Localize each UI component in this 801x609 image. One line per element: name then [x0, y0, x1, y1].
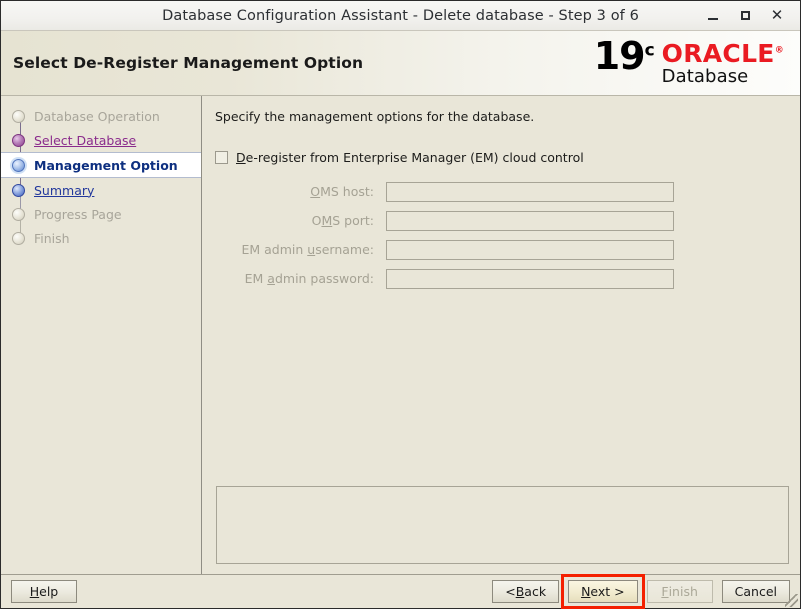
sidebar-item-select-database[interactable]: Select Database: [1, 128, 201, 152]
sidebar-item-summary[interactable]: Summary: [1, 178, 201, 202]
logo-text-block: ORACLE® Database: [662, 38, 784, 88]
mnemonic-char: D: [236, 150, 246, 165]
step-bullet-icon: [12, 158, 25, 172]
mnemonic-char: B: [515, 584, 525, 599]
mnemonic-char: u: [307, 242, 316, 257]
step-bullet-icon: [12, 183, 25, 197]
sidebar-item-finish[interactable]: Finish: [1, 226, 201, 250]
body-area: Database Operation Select Database Manag…: [1, 96, 800, 574]
minimize-icon: [708, 18, 718, 20]
label-post: dmin password:: [274, 271, 374, 286]
back-button[interactable]: < Back: [492, 580, 560, 603]
logo-brand-mark: ®: [774, 45, 784, 56]
sidebar-item-label: Progress Page: [34, 206, 122, 222]
em-admin-password-input[interactable]: [386, 268, 674, 289]
page-title: Select De-Register Management Option: [13, 54, 364, 72]
close-button[interactable]: ✕: [768, 7, 786, 25]
logo-version: 19c: [594, 37, 655, 75]
oms-port-input[interactable]: [386, 210, 674, 231]
navigation-buttons: < Back Next > Finish Cancel: [492, 574, 790, 609]
field-row-em-admin-username: EM admin username:: [234, 235, 790, 264]
oms-port-label: OMS port:: [234, 213, 386, 228]
sidebar-item-label[interactable]: Summary: [34, 183, 94, 198]
resize-grip[interactable]: [785, 594, 798, 607]
deregister-checkbox[interactable]: [215, 151, 228, 164]
help-button[interactable]: Help: [11, 580, 77, 603]
logo-version-number: 19: [593, 34, 646, 79]
title-bar: Database Configuration Assistant - Delet…: [1, 1, 800, 31]
next-button[interactable]: Next >: [568, 580, 638, 603]
oracle-logo: 19c ORACLE® Database: [594, 37, 788, 88]
sidebar-item-label: Management Option: [34, 157, 178, 173]
label-pre: EM: [244, 271, 268, 286]
next-button-annotation-wrap: Next >: [561, 574, 645, 609]
em-fields-form: OMS host: OMS port: EM admin username: E…: [234, 177, 790, 293]
wizard-sidebar: Database Operation Select Database Manag…: [1, 96, 202, 574]
wizard-steps: Database Operation Select Database Manag…: [1, 104, 201, 250]
label-pre: <: [505, 584, 516, 599]
logo-version-suffix: c: [644, 40, 655, 61]
label-rest: inish: [668, 584, 698, 599]
field-row-oms-port: OMS port:: [234, 206, 790, 235]
intro-text: Specify the management options for the d…: [215, 109, 535, 124]
label-rest: ext >: [590, 584, 625, 599]
maximize-icon: [740, 11, 750, 20]
close-icon: ✕: [770, 6, 784, 24]
label-post: MS host:: [320, 184, 374, 199]
mnemonic-char: O: [310, 184, 321, 199]
label-rest: e-register from Enterprise Manager (EM) …: [245, 150, 584, 165]
logo-product: Database: [661, 66, 749, 88]
minimize-button[interactable]: [704, 7, 722, 25]
deregister-checkbox-row[interactable]: De-register from Enterprise Manager (EM)…: [215, 150, 790, 165]
oms-host-label: OMS host:: [234, 184, 386, 199]
mnemonic-char: N: [581, 584, 591, 599]
label-pre: EM admin: [241, 242, 308, 257]
em-admin-password-label: EM admin password:: [234, 271, 386, 286]
mnemonic-char: F: [661, 584, 669, 599]
label-rest: elp: [39, 584, 59, 599]
step-bullet-icon: [12, 133, 25, 147]
maximize-button[interactable]: [736, 7, 754, 25]
window-controls: ✕: [704, 7, 800, 25]
sidebar-item-management-option[interactable]: Management Option: [1, 152, 201, 178]
message-panel: [216, 486, 789, 564]
mnemonic-char: M: [321, 213, 333, 228]
mnemonic-char: a: [267, 271, 275, 286]
oms-host-input[interactable]: [386, 181, 674, 202]
logo-brand: ORACLE®: [662, 41, 784, 66]
field-row-oms-host: OMS host:: [234, 177, 790, 206]
dbca-window: Database Configuration Assistant - Delet…: [0, 0, 801, 609]
em-admin-username-label: EM admin username:: [234, 242, 386, 257]
label-post: sername:: [315, 242, 374, 257]
sidebar-item-label: Database Operation: [34, 108, 160, 124]
logo-brand-text: ORACLE: [661, 39, 775, 69]
window-title: Database Configuration Assistant - Delet…: [162, 7, 639, 24]
sidebar-item-progress-page[interactable]: Progress Page: [1, 202, 201, 226]
step-bullet-icon: [12, 231, 25, 245]
field-row-em-admin-password: EM admin password:: [234, 264, 790, 293]
page-header: Select De-Register Management Option 19c…: [1, 31, 800, 96]
step-bullet-icon: [12, 109, 25, 123]
label-rest: ack: [524, 584, 547, 599]
step-bullet-icon: [12, 207, 25, 221]
content-panel: Specify the management options for the d…: [202, 96, 800, 574]
label-pre: O: [311, 213, 322, 228]
sidebar-item-database-operation[interactable]: Database Operation: [1, 104, 201, 128]
em-admin-username-input[interactable]: [386, 239, 674, 260]
mnemonic-char: H: [29, 584, 40, 599]
finish-button: Finish: [646, 580, 713, 603]
button-bar: Help < Back Next > Finish Cancel: [1, 574, 800, 609]
cancel-button[interactable]: Cancel: [721, 580, 790, 603]
sidebar-item-label: Finish: [34, 230, 70, 246]
sidebar-item-label[interactable]: Select Database: [34, 133, 136, 148]
deregister-checkbox-label: De-register from Enterprise Manager (EM)…: [236, 150, 584, 165]
label-post: S port:: [332, 213, 374, 228]
